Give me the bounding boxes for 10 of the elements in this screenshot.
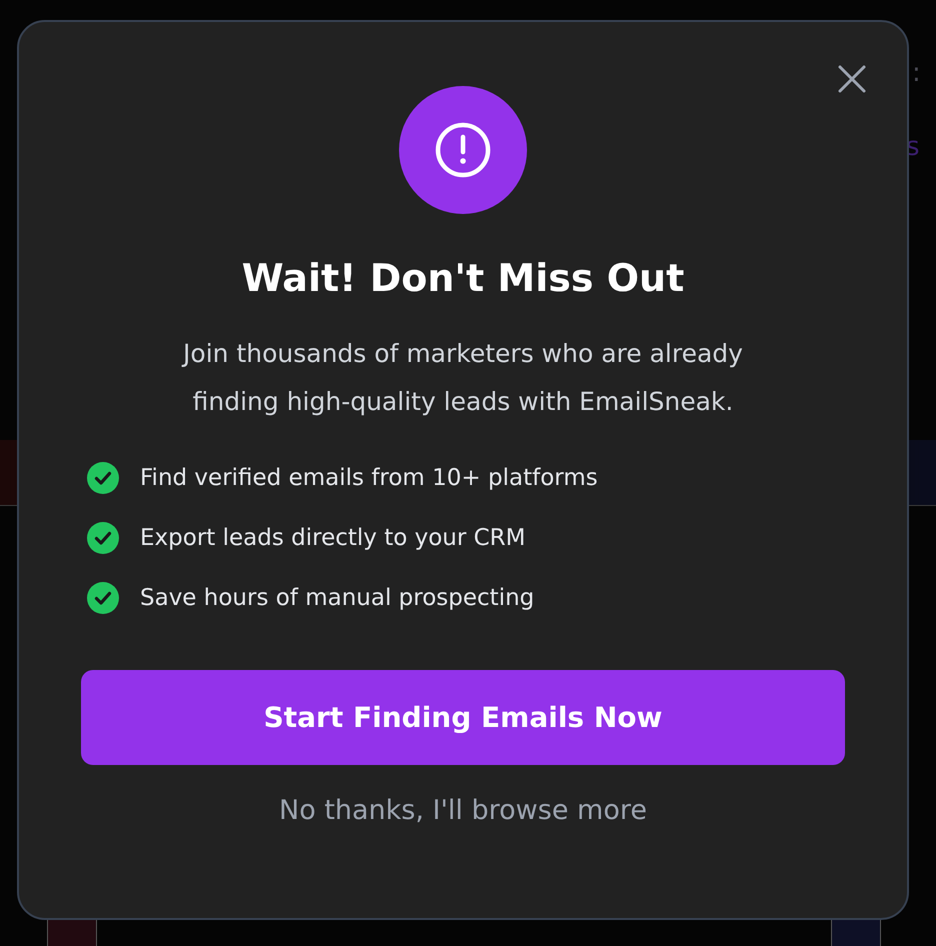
close-icon[interactable]: [837, 64, 867, 94]
dismiss-link[interactable]: No thanks, I'll browse more: [279, 795, 647, 826]
alert-icon: [399, 86, 527, 214]
start-button[interactable]: Start Finding Emails Now: [81, 670, 845, 765]
feature-text: Find verified emails from 10+ platforms: [140, 465, 598, 491]
feature-text: Export leads directly to your CRM: [140, 525, 526, 551]
dialog-title: Wait! Don't Miss Out: [242, 255, 684, 302]
feature-text: Save hours of manual prospecting: [140, 585, 534, 611]
dialog-message: Join thousands of marketers who are already finding high-quality leads with EmailSneak.: [180, 338, 744, 418]
background-text: :: [912, 58, 921, 88]
